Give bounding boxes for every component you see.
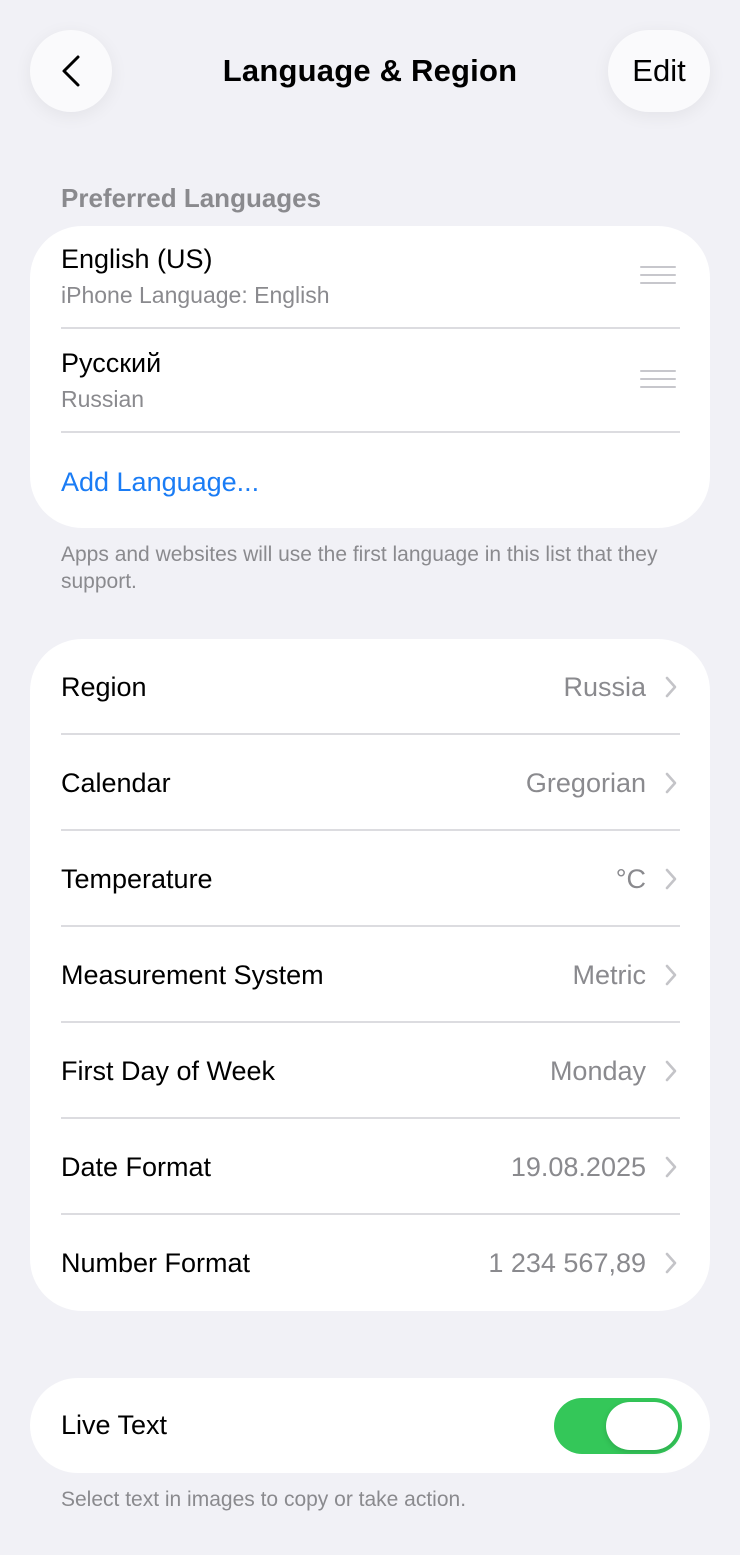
setting-label: First Day of Week — [61, 1055, 276, 1086]
setting-value: 19.08.2025 — [510, 1151, 646, 1182]
setting-label: Measurement System — [61, 959, 324, 990]
setting-label: Region — [61, 671, 147, 702]
chevron-right-icon — [665, 1252, 677, 1274]
setting-value: Gregorian — [525, 767, 646, 798]
add-language-button[interactable]: Add Language... — [61, 467, 259, 498]
setting-value: Monday — [549, 1055, 646, 1086]
back-button[interactable] — [30, 30, 112, 112]
setting-value: °C — [615, 863, 646, 894]
chevron-right-icon — [665, 772, 677, 794]
chevron-right-icon — [665, 964, 677, 986]
chevron-right-icon — [665, 1060, 677, 1082]
setting-row-calendar[interactable]: Calendar Gregorian — [61, 735, 680, 831]
setting-label: Date Format — [61, 1151, 212, 1182]
region-settings-card: Region Russia Calendar Gregorian Tempera… — [30, 639, 710, 1311]
setting-row-measurement-system[interactable]: Measurement System Metric — [61, 927, 680, 1023]
chevron-right-icon — [665, 676, 677, 698]
setting-row-first-day-of-week[interactable]: First Day of Week Monday — [61, 1023, 680, 1119]
setting-label: Temperature — [61, 863, 213, 894]
setting-row-date-format[interactable]: Date Format 19.08.2025 — [61, 1119, 680, 1215]
chevron-right-icon — [665, 868, 677, 890]
setting-value: Metric — [572, 959, 647, 990]
language-region-screen: Language & Region Edit Preferred Languag… — [0, 0, 740, 1555]
language-name: English (US) — [61, 244, 213, 274]
language-subtitle: Russian — [61, 386, 145, 412]
language-name: Русский — [61, 348, 162, 378]
edit-button[interactable]: Edit — [608, 30, 710, 112]
live-text-toggle[interactable] — [554, 1398, 682, 1454]
row-divider — [61, 431, 680, 433]
languages-footnote: Apps and websites will use the first lan… — [61, 543, 658, 593]
setting-label: Number Format — [61, 1247, 251, 1278]
setting-value: 1 234 567,89 — [488, 1247, 646, 1278]
setting-label: Calendar — [61, 767, 171, 798]
live-text-footnote: Select text in images to copy or take ac… — [61, 1488, 467, 1511]
language-row-russian[interactable]: Русский Russian — [61, 330, 680, 434]
language-row-english[interactable]: English (US) iPhone Language: English — [61, 226, 680, 330]
language-subtitle: iPhone Language: English — [61, 282, 330, 308]
setting-row-temperature[interactable]: Temperature °C — [61, 831, 680, 927]
setting-row-region[interactable]: Region Russia — [61, 639, 680, 735]
section-header-preferred-languages: Preferred Languages — [61, 183, 322, 213]
chevron-left-icon — [62, 55, 80, 87]
setting-value: Russia — [563, 671, 646, 702]
preferred-languages-card: English (US) iPhone Language: English Ру… — [30, 226, 710, 528]
navigation-bar: Language & Region Edit — [30, 30, 710, 112]
drag-handle-icon[interactable] — [640, 266, 676, 286]
toggle-knob[interactable] — [606, 1402, 678, 1450]
live-text-card: Live Text — [30, 1378, 710, 1473]
setting-row-number-format[interactable]: Number Format 1 234 567,89 — [61, 1215, 680, 1311]
row-divider — [61, 327, 680, 329]
chevron-right-icon — [665, 1156, 677, 1178]
drag-handle-icon[interactable] — [640, 370, 676, 390]
